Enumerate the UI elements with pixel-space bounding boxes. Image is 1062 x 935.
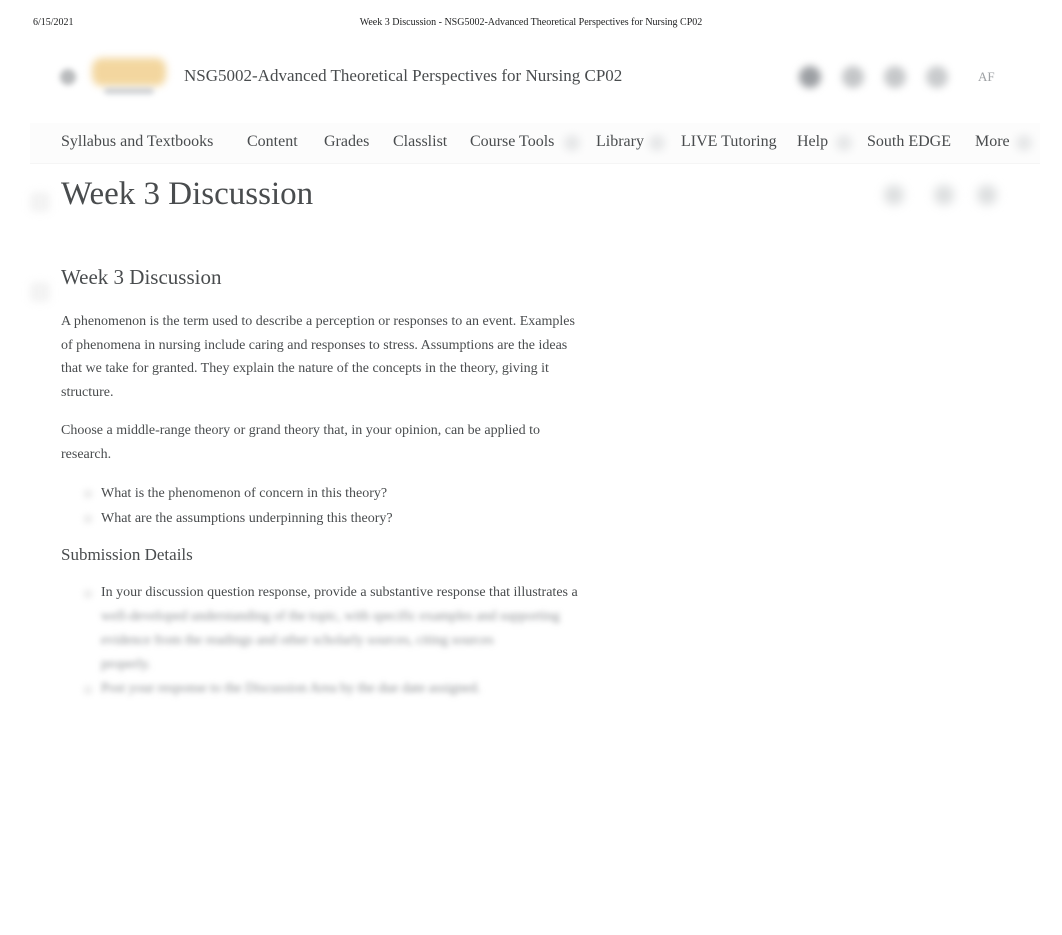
question-list: What is the phenomenon of concern in thi… — [61, 481, 393, 531]
user-avatar[interactable]: AF — [978, 69, 995, 85]
previous-icon[interactable] — [934, 185, 954, 205]
text-line: A phenomenon is the term used to describ… — [61, 314, 575, 329]
grid-icon[interactable] — [60, 69, 76, 85]
nav-course-tools[interactable]: Course Tools — [470, 133, 554, 151]
print-header: 6/15/2021 Week 3 Discussion - NSG5002-Ad… — [0, 17, 1062, 31]
logo-subtext — [104, 88, 154, 94]
text-line: structure. — [61, 384, 114, 400]
list-item: What are the assumptions underpinning th… — [61, 506, 393, 531]
nav-content[interactable]: Content — [247, 133, 298, 151]
blurred-text: well-developed understanding of the topi… — [101, 609, 560, 624]
blurred-text: evidence from the readings and other sch… — [101, 633, 494, 648]
course-navbar: Syllabus and Textbooks Content Grades Cl… — [30, 123, 1040, 164]
mail-icon[interactable] — [799, 66, 821, 88]
message-icon[interactable] — [842, 66, 864, 88]
content-heading: Week 3 Discussion — [61, 265, 222, 289]
question-text: What is the phenomenon of concern in thi… — [101, 486, 388, 501]
side-marker — [30, 192, 50, 212]
nav-south-edge[interactable]: South EDGE — [867, 133, 951, 151]
intro-paragraph: A phenomenon is the term used to describ… — [61, 310, 575, 404]
nav-more[interactable]: More — [975, 133, 1010, 151]
text-line: of phenomena in nursing include caring a… — [61, 337, 568, 353]
list-item: In your discussion question response, pr… — [61, 581, 621, 677]
nav-help[interactable]: Help — [797, 133, 828, 151]
blurred-text: Post your response to the Discussion Are… — [101, 681, 481, 696]
list-item: What is the phenomenon of concern in thi… — [61, 481, 393, 506]
bell-icon[interactable] — [884, 66, 906, 88]
text-line: research. — [61, 446, 112, 462]
discussion-description: Week 3 Discussion A phenomenon is the te… — [61, 265, 611, 696]
nav-grades[interactable]: Grades — [324, 133, 369, 151]
bullet-icon — [83, 589, 93, 599]
bullet-icon — [83, 514, 93, 524]
course-title[interactable]: NSG5002-Advanced Theoretical Perspective… — [184, 66, 622, 86]
chevron-down-icon[interactable] — [1016, 135, 1032, 151]
chevron-down-icon[interactable] — [836, 135, 852, 151]
page-title: Week 3 Discussion — [61, 176, 314, 212]
nav-library[interactable]: Library — [596, 133, 644, 151]
chevron-down-icon[interactable] — [564, 135, 580, 151]
bullet-icon — [83, 685, 93, 695]
list-item: Post your response to the Discussion Are… — [61, 677, 621, 701]
person-icon[interactable] — [926, 66, 948, 88]
institution-logo[interactable] — [92, 58, 166, 86]
blurred-text: properly. — [101, 657, 152, 672]
course-minibar: NSG5002-Advanced Theoretical Perspective… — [0, 48, 1062, 106]
nav-classlist[interactable]: Classlist — [393, 133, 447, 151]
subscribe-icon[interactable] — [884, 185, 904, 205]
next-icon[interactable] — [977, 185, 997, 205]
bullet-icon — [83, 489, 93, 499]
text-line: that we take for granted. They explain t… — [61, 361, 549, 376]
submission-heading: Submission Details — [61, 545, 193, 564]
print-page-title: Week 3 Discussion - NSG5002-Advanced The… — [359, 17, 703, 28]
submission-list: In your discussion question response, pr… — [61, 581, 621, 701]
side-marker — [30, 282, 50, 302]
chevron-down-icon[interactable] — [649, 135, 665, 151]
instruction-paragraph: Choose a middle-range theory or grand th… — [61, 419, 540, 466]
nav-live-tutoring[interactable]: LIVE Tutoring — [681, 133, 777, 151]
text-line: Choose a middle-range theory or grand th… — [61, 423, 540, 438]
submission-text: In your discussion question response, pr… — [101, 585, 578, 600]
question-text: What are the assumptions underpinning th… — [101, 511, 393, 526]
nav-syllabus-and-textbooks[interactable]: Syllabus and Textbooks — [61, 133, 213, 151]
